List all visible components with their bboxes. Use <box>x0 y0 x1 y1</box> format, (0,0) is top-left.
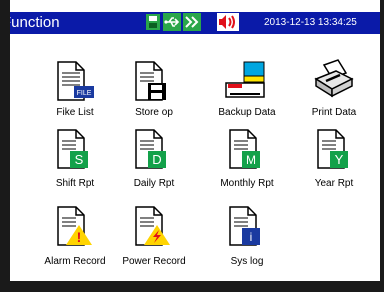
device-bezel-bottom <box>0 281 384 292</box>
svg-text:!: ! <box>77 229 82 245</box>
file-list-icon[interactable]: FILE <box>52 61 96 101</box>
date-time: 2013-12-13 13:34:25 <box>264 17 357 28</box>
usb-symbol-icon <box>163 13 181 31</box>
function-screen: Function 2013-12-13 13:34:25 FILE Fike L… <box>0 0 384 292</box>
svg-text:Y: Y <box>335 152 344 167</box>
shift-report-icon[interactable]: S <box>52 129 96 169</box>
menu-label-backup-data[interactable]: Backup Data <box>199 106 295 120</box>
menu-label-daily-rpt[interactable]: Daily Rpt <box>106 177 202 191</box>
daily-report-icon[interactable]: D <box>130 129 174 169</box>
svg-text:M: M <box>246 153 256 167</box>
device-bezel-right <box>380 0 384 292</box>
system-log-icon[interactable]: i <box>224 206 268 246</box>
year-report-icon[interactable]: Y <box>312 129 356 169</box>
power-record-icon[interactable] <box>130 206 174 246</box>
monthly-report-icon[interactable]: M <box>224 129 268 169</box>
svg-text:i: i <box>250 230 253 244</box>
svg-text:FILE: FILE <box>77 90 92 97</box>
usb-disk-icon <box>145 13 161 31</box>
printer-icon[interactable] <box>312 59 356 99</box>
floppy-disk-icon[interactable] <box>130 61 174 101</box>
menu-label-monthly-rpt[interactable]: Monthly Rpt <box>199 177 295 191</box>
speaker-icon <box>217 13 239 31</box>
forward-icon <box>183 13 201 31</box>
menu-label-year-rpt[interactable]: Year Rpt <box>286 177 382 191</box>
device-bezel-left <box>0 0 10 292</box>
svg-text:D: D <box>152 152 161 167</box>
menu-label-print-data[interactable]: Print Data <box>286 106 382 120</box>
page-title: Function <box>2 14 60 31</box>
menu-label-power-record[interactable]: Power Record <box>106 255 202 269</box>
backup-data-icon[interactable] <box>224 61 268 101</box>
menu-label-store-op[interactable]: Store op <box>106 106 202 120</box>
svg-text:S: S <box>75 152 84 167</box>
alarm-record-icon[interactable]: ! <box>52 206 96 246</box>
menu-label-sys-log[interactable]: Sys log <box>199 255 295 269</box>
